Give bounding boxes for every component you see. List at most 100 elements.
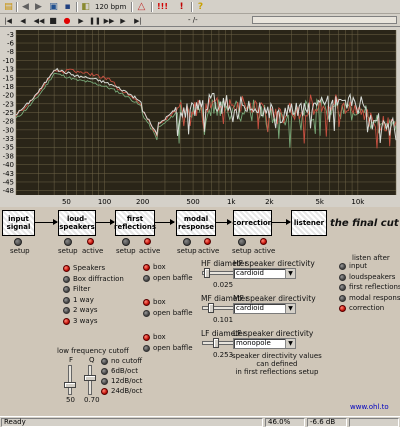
block-first-reflections[interactable]: first reflections (114, 210, 156, 236)
enclosure-radio[interactable] (143, 275, 150, 282)
y-tick-label: -30 (3, 126, 14, 134)
hf-diameter-thumb[interactable] (204, 268, 210, 278)
time-display: - /- (188, 16, 198, 24)
hf-directivity-select[interactable]: cardioid ▼ (233, 268, 296, 279)
speaker-option-radio[interactable] (63, 275, 70, 283)
last-icon[interactable]: ▶| (133, 15, 143, 26)
y-tick-label: -33 (3, 135, 14, 143)
enclosure-radio[interactable] (143, 334, 150, 341)
y-tick-label: -28 (3, 118, 14, 126)
speaker-option-radio[interactable] (63, 296, 70, 304)
y-tick-label: -25 (3, 109, 14, 117)
x-tick-label: 1k (227, 198, 236, 206)
chain-arrow (155, 219, 175, 225)
cutoff-option-radio[interactable] (101, 388, 108, 395)
y-tick-label: -3 (7, 31, 14, 39)
enclosure-label: box (153, 333, 166, 341)
listen-after-radio[interactable] (339, 284, 346, 291)
speaker-option-label: Box diffraction (73, 274, 124, 283)
enclosure-radio[interactable] (143, 345, 150, 352)
hf-directivity-value: cardioid (236, 269, 264, 277)
enclosure-label: open baffle (153, 344, 193, 352)
listen-after-radio[interactable] (339, 273, 346, 281)
play-icon[interactable]: ▶ (76, 15, 86, 26)
rewind-icon[interactable]: ◀◀ (34, 15, 45, 26)
first-icon[interactable]: |◀ (3, 15, 13, 26)
save-icon[interactable]: ▪ (62, 2, 73, 12)
help-icon[interactable]: ? (195, 2, 206, 12)
website-link[interactable]: www.ohl.to (350, 403, 389, 411)
block-loudspeakers[interactable]: loud- speakers (58, 210, 96, 236)
loudspeakers-setup-knob[interactable] (64, 238, 72, 246)
input-setup-knob[interactable] (14, 238, 22, 246)
loudspeakers-active-led[interactable] (87, 238, 94, 245)
pause-icon[interactable]: ❚❚ (89, 15, 101, 26)
folder-icon[interactable]: ▤ (3, 2, 14, 12)
alert-icon[interactable]: !!! (157, 2, 168, 12)
block-input-signal[interactable]: input signal (2, 210, 35, 236)
position-slider[interactable] (252, 16, 397, 24)
reflections-active-led[interactable] (144, 238, 151, 245)
mf-directivity-select[interactable]: cardioid ▼ (233, 303, 296, 314)
open-file-icon[interactable]: ▣ (48, 2, 59, 12)
cutoff-option-radio[interactable] (101, 378, 108, 385)
chevron-down-icon[interactable]: ▼ (285, 269, 295, 278)
speaker-icon[interactable]: ◧ (80, 2, 91, 12)
correction-active-led[interactable] (260, 238, 267, 245)
y-tick-label: -35 (3, 144, 14, 152)
lf-directivity-select[interactable]: monopole ▼ (233, 338, 296, 349)
block-correction[interactable]: correction (232, 210, 273, 236)
next-icon[interactable]: ▶ (118, 15, 128, 26)
forward-arrow-icon[interactable]: ▶ (33, 2, 44, 12)
record-icon[interactable]: ● (62, 15, 72, 26)
speaker-option-radio[interactable] (63, 307, 70, 314)
chevron-down-icon[interactable]: ▼ (285, 339, 295, 348)
speaker-option-radio[interactable] (63, 286, 70, 293)
enclosure-label: box (153, 263, 166, 271)
cutoff-option-radio[interactable] (101, 368, 108, 375)
main-toolbar: ▤ ◀ ▶ ▣ ▪ ◧ 120 bpm △ !!! ! ? (0, 0, 400, 14)
mf-diameter-thumb[interactable] (208, 303, 214, 313)
block-modal-response[interactable]: modal response (176, 210, 216, 236)
modal-active-led[interactable] (204, 238, 211, 245)
x-tick-label: 5k (315, 198, 324, 206)
speaker-option-radio[interactable] (63, 265, 70, 272)
setup-label: setup (232, 247, 252, 255)
listen-after-radio[interactable] (339, 305, 346, 312)
cutoff-option-radio[interactable] (101, 358, 108, 365)
listen-after-radio[interactable] (339, 263, 346, 270)
f-slider-thumb[interactable] (64, 382, 76, 388)
active-label: active (254, 247, 276, 255)
active-label: active (139, 247, 161, 255)
enclosure-radio[interactable] (143, 310, 150, 317)
reflections-setup-knob[interactable] (122, 238, 130, 246)
y-tick-label: -13 (3, 66, 14, 74)
listen-after-title: listen after (352, 254, 390, 262)
correction-setup-knob[interactable] (238, 238, 246, 246)
metronome-icon[interactable]: △ (136, 2, 147, 12)
lf-diameter-thumb[interactable] (213, 338, 219, 348)
listen-after-label: correction (349, 304, 385, 312)
speaker-option-radio[interactable] (63, 317, 70, 325)
fast-forward-icon[interactable]: ▶▶ (104, 15, 115, 26)
speaker-option-label: Speakers (73, 264, 106, 272)
back-arrow-icon[interactable]: ◀ (20, 2, 31, 12)
mf-diameter-value: 0.101 (213, 316, 234, 324)
y-tick-label: -6 (7, 40, 15, 48)
modal-setup-knob[interactable] (183, 238, 191, 246)
enclosure-radio[interactable] (143, 264, 150, 271)
f-slider[interactable] (68, 365, 72, 395)
q-slider-thumb[interactable] (84, 375, 96, 381)
warning-icon[interactable]: ! (176, 2, 187, 12)
previous-icon[interactable]: ◀ (18, 15, 28, 26)
listen-after-radio[interactable] (339, 294, 346, 302)
enclosure-radio[interactable] (143, 299, 150, 306)
q-label: Q (89, 356, 95, 364)
stop-icon[interactable]: ■ (48, 15, 58, 26)
x-tick-label: 200 (136, 198, 149, 206)
listen-after-label: input (349, 262, 368, 270)
block-listener[interactable]: listener (291, 210, 327, 236)
chain-arrow (272, 219, 291, 225)
chevron-down-icon[interactable]: ▼ (285, 304, 295, 313)
speaker-option-label: 1 way (73, 295, 94, 304)
